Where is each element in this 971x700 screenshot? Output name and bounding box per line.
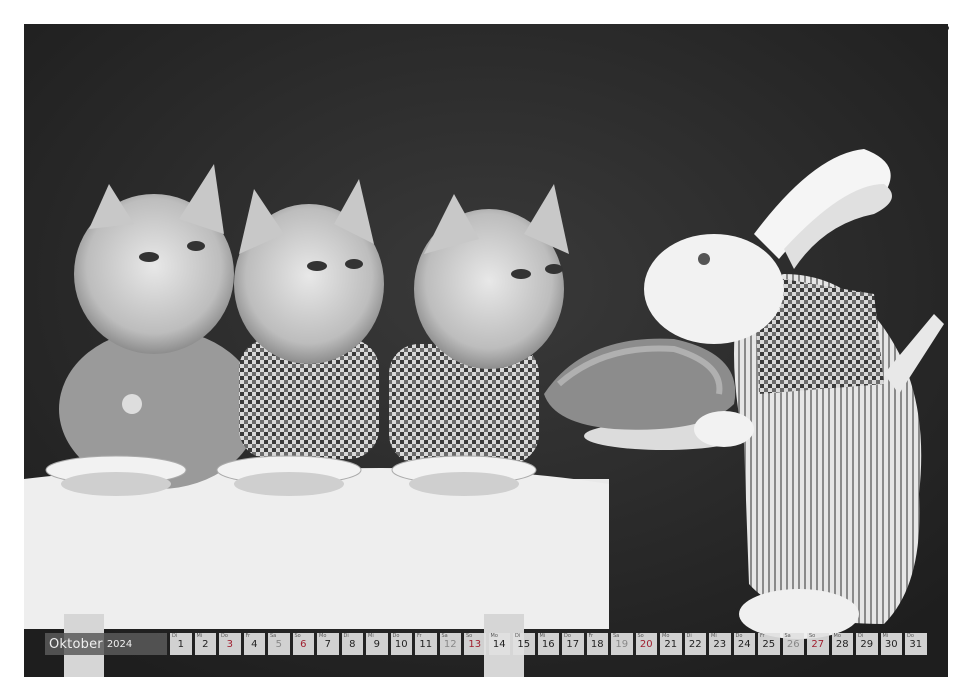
day-cell: Do 24 [733, 633, 755, 655]
day-number: 13 [468, 639, 482, 650]
day-cell: Mi 23 [709, 633, 731, 655]
day-number: 11 [419, 639, 433, 650]
day-number: 10 [394, 639, 408, 650]
day-number: 23 [713, 639, 727, 650]
day-cell: Di 29 [856, 633, 878, 655]
day-cell: Mo 28 [831, 633, 853, 655]
day-cell: Fr 25 [758, 633, 780, 655]
day-cell: Sa 26 [782, 633, 804, 655]
day-cell: Do 17 [562, 633, 584, 655]
day-number: 27 [811, 639, 825, 650]
day-number: 22 [688, 639, 702, 650]
day-cell: Fr 18 [586, 633, 608, 655]
day-of-week: Fr [245, 633, 251, 639]
day-cell: Mo 21 [660, 633, 682, 655]
day-number: 26 [786, 639, 800, 650]
day-number: 2 [202, 639, 209, 650]
day-cell: Fr 11 [415, 633, 437, 655]
day-cell: Di 22 [684, 633, 706, 655]
day-number: 12 [443, 639, 457, 650]
day-number: 29 [860, 639, 874, 650]
photo-illustration [24, 24, 948, 677]
day-number: 4 [251, 639, 258, 650]
month-label-box: Oktober 2024 [45, 633, 167, 655]
day-of-week: Mi [368, 633, 374, 639]
day-cell: Mo 14 [488, 633, 510, 655]
day-number: 6 [300, 639, 307, 650]
day-cell: Mo 7 [317, 633, 339, 655]
day-cell: Do 10 [390, 633, 412, 655]
day-cell: Do 31 [905, 633, 927, 655]
day-cell: Mi 9 [366, 633, 388, 655]
day-number: 28 [835, 639, 849, 650]
day-number: 5 [275, 639, 282, 650]
day-cell: Sa 5 [268, 633, 290, 655]
day-cell: Fr 4 [243, 633, 265, 655]
day-of-week: Di [172, 633, 178, 639]
day-number: 3 [226, 639, 233, 650]
day-cell: Sa 12 [439, 633, 461, 655]
vintage-photo [24, 24, 948, 677]
day-number: 19 [615, 639, 629, 650]
day-cell: So 13 [464, 633, 486, 655]
day-number: 30 [884, 639, 898, 650]
day-number: 16 [541, 639, 555, 650]
day-number: 21 [664, 639, 678, 650]
day-cell: Di 1 [170, 633, 192, 655]
day-cell: Mi 16 [537, 633, 559, 655]
day-cell: Do 3 [219, 633, 241, 655]
day-number: 9 [373, 639, 380, 650]
day-number: 17 [566, 639, 580, 650]
calendar-strip: Oktober 2024 Di 1 Mi 2 Do 3 Fr 4 Sa 5 So 6 Mo 7 Di 8 Mi 9… [45, 633, 930, 655]
day-number: 31 [909, 639, 923, 650]
day-cell: So 6 [292, 633, 314, 655]
day-number: 14 [492, 639, 506, 650]
day-number: 25 [762, 639, 776, 650]
day-cell: Mi 2 [194, 633, 216, 655]
day-number: 8 [349, 639, 356, 650]
bowls [45, 455, 537, 496]
day-number: 1 [177, 639, 184, 650]
month-name: Oktober [49, 636, 103, 652]
day-cell: Mi 30 [880, 633, 902, 655]
day-cell: So 27 [807, 633, 829, 655]
year-label: 2024 [106, 638, 133, 650]
day-cell: So 20 [635, 633, 657, 655]
day-number: 18 [590, 639, 604, 650]
day-number: 20 [639, 639, 653, 650]
day-of-week: Di [343, 633, 349, 639]
day-number: 15 [517, 639, 531, 650]
day-cell: Sa 19 [611, 633, 633, 655]
kitten-2 [234, 179, 384, 459]
days-row: Di 1 Mi 2 Do 3 Fr 4 Sa 5 So 6 Mo 7 Di 8 Mi 9 Do 10 Fr 11 Sa 12 S… [170, 633, 927, 655]
day-cell: Di 8 [341, 633, 363, 655]
day-cell: Di 15 [513, 633, 535, 655]
day-number: 24 [737, 639, 751, 650]
day-number: 7 [324, 639, 331, 650]
